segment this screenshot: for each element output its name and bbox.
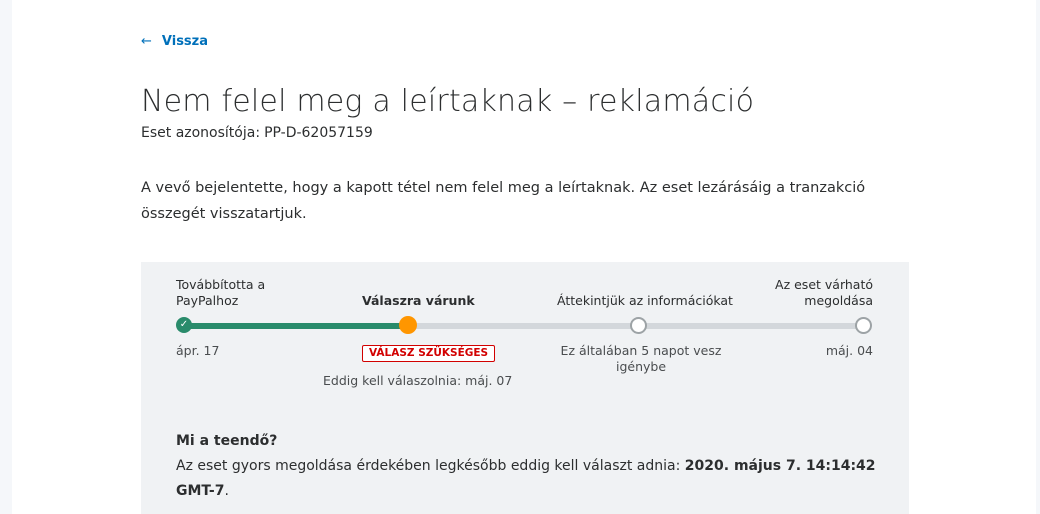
- step-4-label: Az eset várható megoldása: [775, 277, 873, 309]
- back-link-label: Vissza: [161, 34, 209, 49]
- step-1-label: Továbbította a PayPalhoz: [176, 277, 265, 309]
- step-4-label-line2: megoldása: [804, 293, 873, 308]
- step-3-note: Ez általában 5 napot vesz igénybe: [556, 343, 726, 375]
- todo-title: Mi a teendő?: [176, 433, 278, 449]
- arrow-left-icon: ←: [141, 34, 152, 49]
- step-2-current-dot: [399, 316, 417, 334]
- step-4-label-line1: Az eset várható: [775, 277, 873, 292]
- todo-text: Az eset gyors megoldása érdekében legkés…: [176, 454, 876, 504]
- todo-text-prefix: Az eset gyors megoldása érdekében legkés…: [176, 458, 681, 474]
- back-link[interactable]: ← Vissza: [141, 34, 208, 49]
- step-3-note-line1: Ez általában 5 napot vesz: [560, 343, 722, 358]
- response-required-badge: VÁLASZ SZÜKSÉGES: [362, 345, 496, 362]
- progress-fill: [184, 323, 408, 329]
- step-1-label-line1: Továbbította a: [176, 277, 266, 292]
- case-id: Eset azonosítója: PP-D-62057159: [141, 125, 373, 141]
- step-1-check-icon: ✓: [176, 317, 192, 333]
- step-2-label: Válaszra várunk: [362, 293, 475, 308]
- step-4-date: máj. 04: [825, 343, 873, 358]
- case-id-value: PP-D-62057159: [264, 125, 373, 141]
- step-3-note-line2: igénybe: [615, 359, 667, 374]
- status-panel: Továbbította a PayPalhoz Válaszra várunk…: [141, 262, 909, 514]
- page: ← Vissza Nem felel meg a leírtaknak – re…: [12, 0, 1036, 514]
- step-3-label: Áttekintjük az információkat: [557, 293, 733, 308]
- case-description: A vevő bejelentette, hogy a kapott tétel…: [141, 180, 866, 222]
- todo-text-suffix: .: [224, 483, 229, 499]
- step-1-label-line2: PayPalhoz: [176, 293, 239, 308]
- step-3-pending-dot: [630, 317, 647, 334]
- step-1-date: ápr. 17: [176, 343, 220, 358]
- step-4-pending-dot: [855, 317, 872, 334]
- step-2-deadline: Eddig kell válaszolnia: máj. 07: [323, 373, 513, 388]
- page-title: Nem felel meg a leírtaknak – reklamáció: [141, 84, 755, 119]
- case-id-label: Eset azonosítója:: [141, 125, 261, 141]
